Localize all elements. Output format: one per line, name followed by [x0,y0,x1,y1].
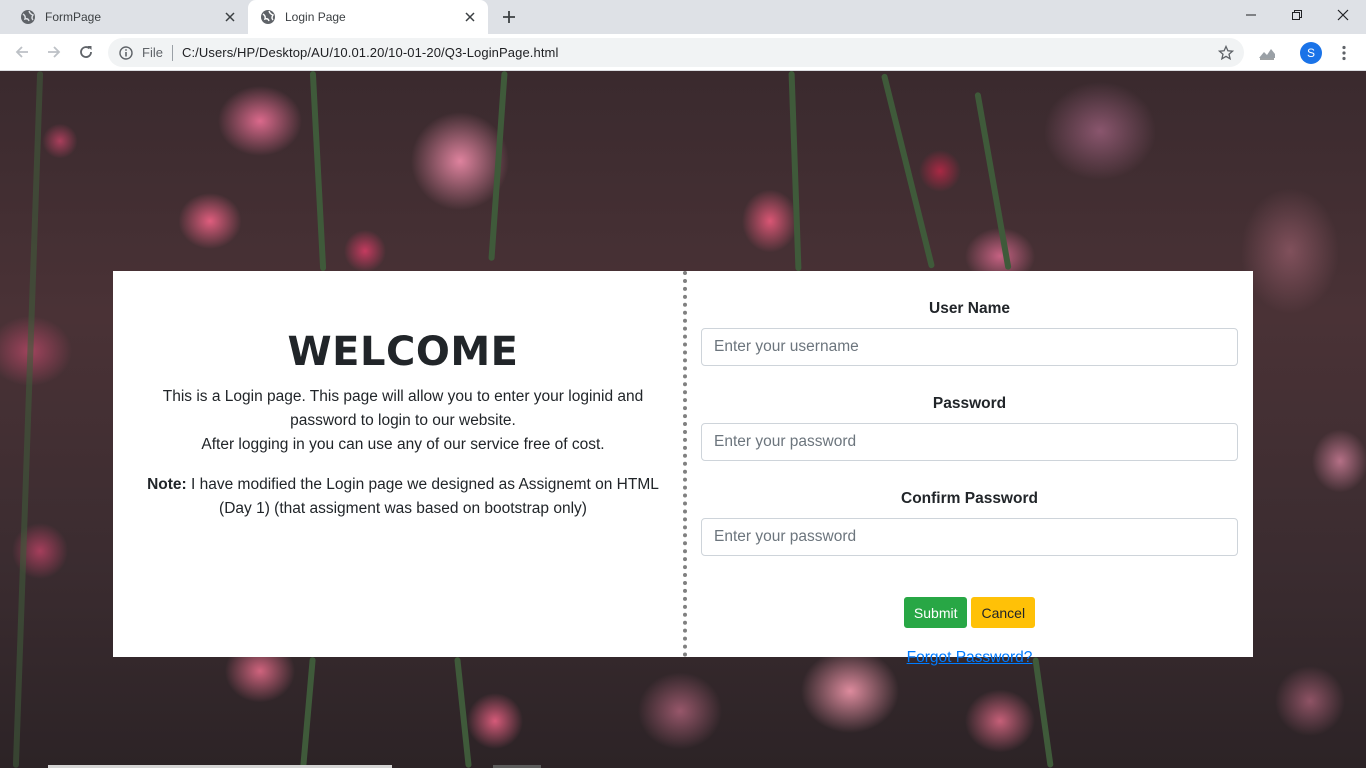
note-body: I have modified the Login page we design… [186,476,659,517]
arrow-right-icon [48,46,61,58]
password-label: Password [932,395,1007,412]
minimize-icon [1246,14,1256,16]
url-scheme: File [142,45,163,60]
back-button[interactable] [8,38,36,66]
forgot-password-link[interactable]: Forgot Password? [907,649,1033,667]
reload-button[interactable] [72,38,100,66]
intro-text: This is a Login page. This page will all… [131,385,675,457]
arrow-left-icon [15,46,28,58]
background-stem [788,71,802,272]
address-bar[interactable]: File C:/Users/HP/Desktop/AU/10.01.20/10-… [108,38,1244,67]
cancel-button[interactable]: Cancel [971,597,1036,628]
background-stem [974,91,1012,271]
submit-button[interactable]: Submit [903,597,968,628]
background-stem [1032,657,1054,768]
intro-line-1: This is a Login page. This page will all… [162,388,644,429]
username-label: User Name [929,300,1010,317]
star-icon[interactable] [1216,43,1236,63]
window-close-icon [1337,9,1349,21]
plus-icon [503,11,515,23]
page-background: WELCOME This is a Login page. This page … [0,71,1366,768]
login-card: WELCOME This is a Login page. This page … [113,271,1253,666]
extension-icon[interactable] [1256,42,1278,64]
background-stem [309,71,327,272]
new-tab-button[interactable] [498,6,520,28]
restore-button[interactable] [1274,0,1320,30]
welcome-pane: WELCOME This is a Login page. This page … [113,271,683,657]
username-group: User Name [701,299,1238,366]
intro-line-2: After logging in you can use any of our … [201,436,605,453]
close-icon[interactable] [462,9,478,25]
tab-formpage[interactable]: FormPage [8,0,248,34]
globe-icon [260,9,276,25]
background-stem [880,73,936,269]
username-input[interactable] [701,328,1238,366]
reload-icon [80,46,92,58]
restore-icon [1292,10,1302,20]
omnibox-divider [171,44,173,61]
avatar[interactable]: S [1300,42,1322,64]
info-icon[interactable] [118,45,134,61]
background-stem [300,656,316,768]
url-text[interactable]: C:/Users/HP/Desktop/AU/10.01.20/10-01-20… [182,45,1216,60]
minimize-button[interactable] [1228,0,1274,30]
tab-title: FormPage [45,10,102,24]
note-label: Note: [147,476,187,493]
tab-title: Login Page [285,10,346,24]
page-title: WELCOME [287,329,519,375]
confirm-password-label: Confirm Password [901,490,1038,507]
globe-icon [20,9,36,25]
button-row: Submit Cancel [701,597,1238,628]
password-group: Password [701,394,1238,461]
note-text: Note: I have modified the Login page we … [131,473,675,521]
browser-toolbar: File C:/Users/HP/Desktop/AU/10.01.20/10-… [0,34,1366,71]
background-stem [12,71,44,768]
tab-strip: FormPage Login Page [0,0,1366,34]
login-form: User Name Password Confirm Password Subm… [687,271,1253,666]
confirm-password-group: Confirm Password [701,489,1238,556]
forward-button[interactable] [40,38,68,66]
background-stem [454,656,472,768]
password-input[interactable] [701,423,1238,461]
close-icon[interactable] [222,9,238,25]
window-close-button[interactable] [1320,0,1366,30]
background-stem [488,71,508,261]
kebab-menu-icon[interactable] [1334,42,1354,64]
tab-login-page[interactable]: Login Page [248,0,488,34]
confirm-password-input[interactable] [701,518,1238,556]
